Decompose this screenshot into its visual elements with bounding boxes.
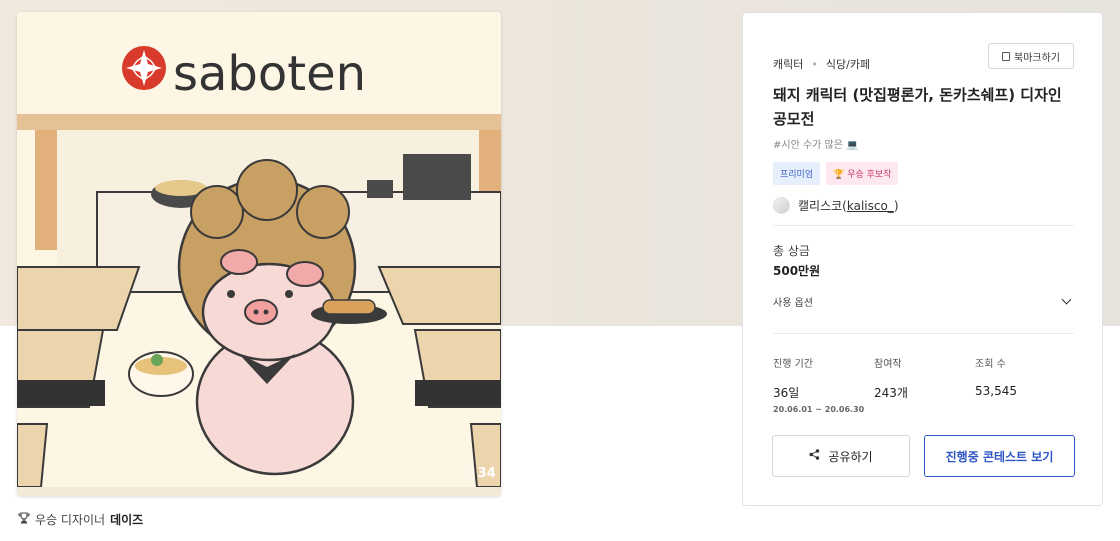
usage-options-toggle[interactable]: 사용 옵션 [773, 294, 1074, 309]
award-candidate-badge: 🏆 우승 후보작 [826, 162, 899, 185]
entries-value: 243개 [874, 386, 908, 400]
entries-label: 참여작 [874, 359, 902, 370]
breadcrumb-item-category[interactable]: 캐릭터 [773, 56, 803, 72]
bookmark-label: 북마크하기 [1014, 52, 1060, 64]
avatar [773, 197, 790, 214]
contest-info-panel: 캐릭터 • 식당/카페 북마크하기 돼지 캐릭터 (맛집평론가, 돈카츠쉐프) … [742, 12, 1103, 506]
winning-designer-prefix: 우승 디자이너 [35, 513, 106, 527]
share-label: 공유하기 [828, 449, 873, 464]
saboten-logo-icon [122, 46, 166, 90]
organizer-handle[interactable]: kalisco_ [847, 199, 894, 213]
prize-label: 총 상금 [773, 244, 810, 258]
breadcrumb-item-subcategory[interactable]: 식당/카페 [826, 56, 870, 72]
bookmark-icon [1002, 51, 1010, 61]
usage-options-label: 사용 옵션 [773, 298, 813, 309]
badge-group: 프리미엄 🏆 우승 후보작 [773, 162, 899, 185]
trophy-icon [18, 512, 30, 527]
organizer-name: 캘리스코 [798, 199, 843, 213]
share-icon [809, 449, 820, 463]
bookmark-button[interactable]: 북마크하기 [988, 43, 1074, 69]
artwork-image[interactable]: saboten [17, 12, 501, 496]
share-button[interactable]: 공유하기 [772, 435, 910, 477]
winning-designer-line: 우승 디자이너 데이즈 [18, 511, 143, 528]
prize-value: 500만원 [773, 264, 821, 278]
stat-period: 진행 기간 36일 20.06.01 ~ 20.06.30 [773, 355, 864, 414]
period-value: 36일 [773, 386, 800, 400]
view-ongoing-contests-label: 진행중 콘테스트 보기 [945, 449, 1054, 464]
winning-designer-name[interactable]: 데이즈 [110, 511, 143, 528]
views-label: 조회 수 [975, 359, 1006, 370]
chevron-down-icon [1061, 294, 1072, 305]
divider [773, 333, 1074, 334]
like-count-badge[interactable]: ♡ 34 [463, 466, 496, 481]
contest-title: 돼지 캐릭터 (맛집평론가, 돈카츠쉐프) 디자인 공모전 [773, 86, 1062, 128]
period-dates: 20.06.01 ~ 20.06.30 [773, 405, 865, 414]
premium-badge: 프리미엄 [773, 162, 821, 185]
breadcrumb: 캐릭터 • 식당/카페 [773, 56, 870, 72]
like-count: 34 [477, 466, 496, 481]
divider [773, 225, 1074, 226]
period-label: 진행 기간 [773, 359, 813, 370]
stat-entries: 참여작 243개 [874, 355, 908, 401]
heart-icon: ♡ [463, 466, 475, 481]
organizer[interactable]: 캘리스코(kalisco_) [773, 197, 899, 214]
stat-views: 조회 수 53,545 [975, 355, 1017, 398]
view-ongoing-contests-button[interactable]: 진행중 콘테스트 보기 [924, 435, 1075, 477]
brand-text: saboten [173, 46, 366, 102]
views-value: 53,545 [975, 384, 1017, 398]
breadcrumb-separator: • [811, 57, 818, 71]
contest-tagline: #시안 수가 많은 💻 [773, 140, 859, 151]
